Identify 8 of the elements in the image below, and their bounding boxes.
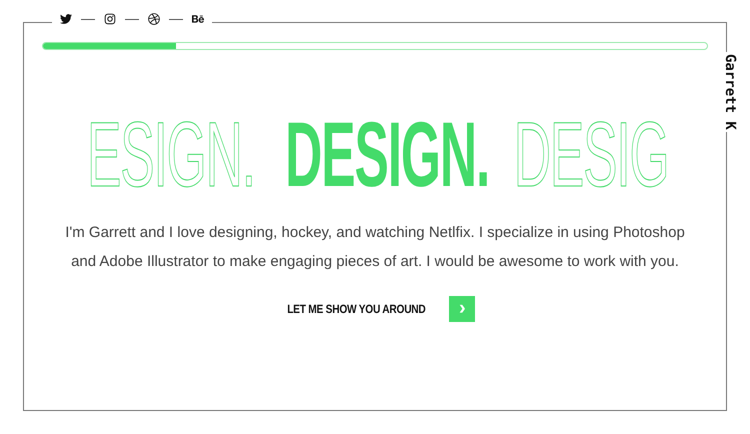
headline-word: ESIGN. [86, 109, 255, 201]
camera-icon[interactable] [104, 13, 116, 25]
headline-word: DESIGN. [284, 109, 489, 201]
intro-paragraph: I'm Garrett and I love designing, hockey, and watching Netlfix. I specialize in using Photoshop and Adobe Illustrator to make engaging pieces of art. I would be awesome to work with you. [64, 223, 686, 272]
headline-word: DESIG [514, 109, 668, 201]
be-logo-icon[interactable] [192, 13, 204, 25]
bird-icon[interactable] [60, 13, 72, 25]
cta-link[interactable]: LET ME SHOW YOU AROUND [286, 302, 426, 316]
